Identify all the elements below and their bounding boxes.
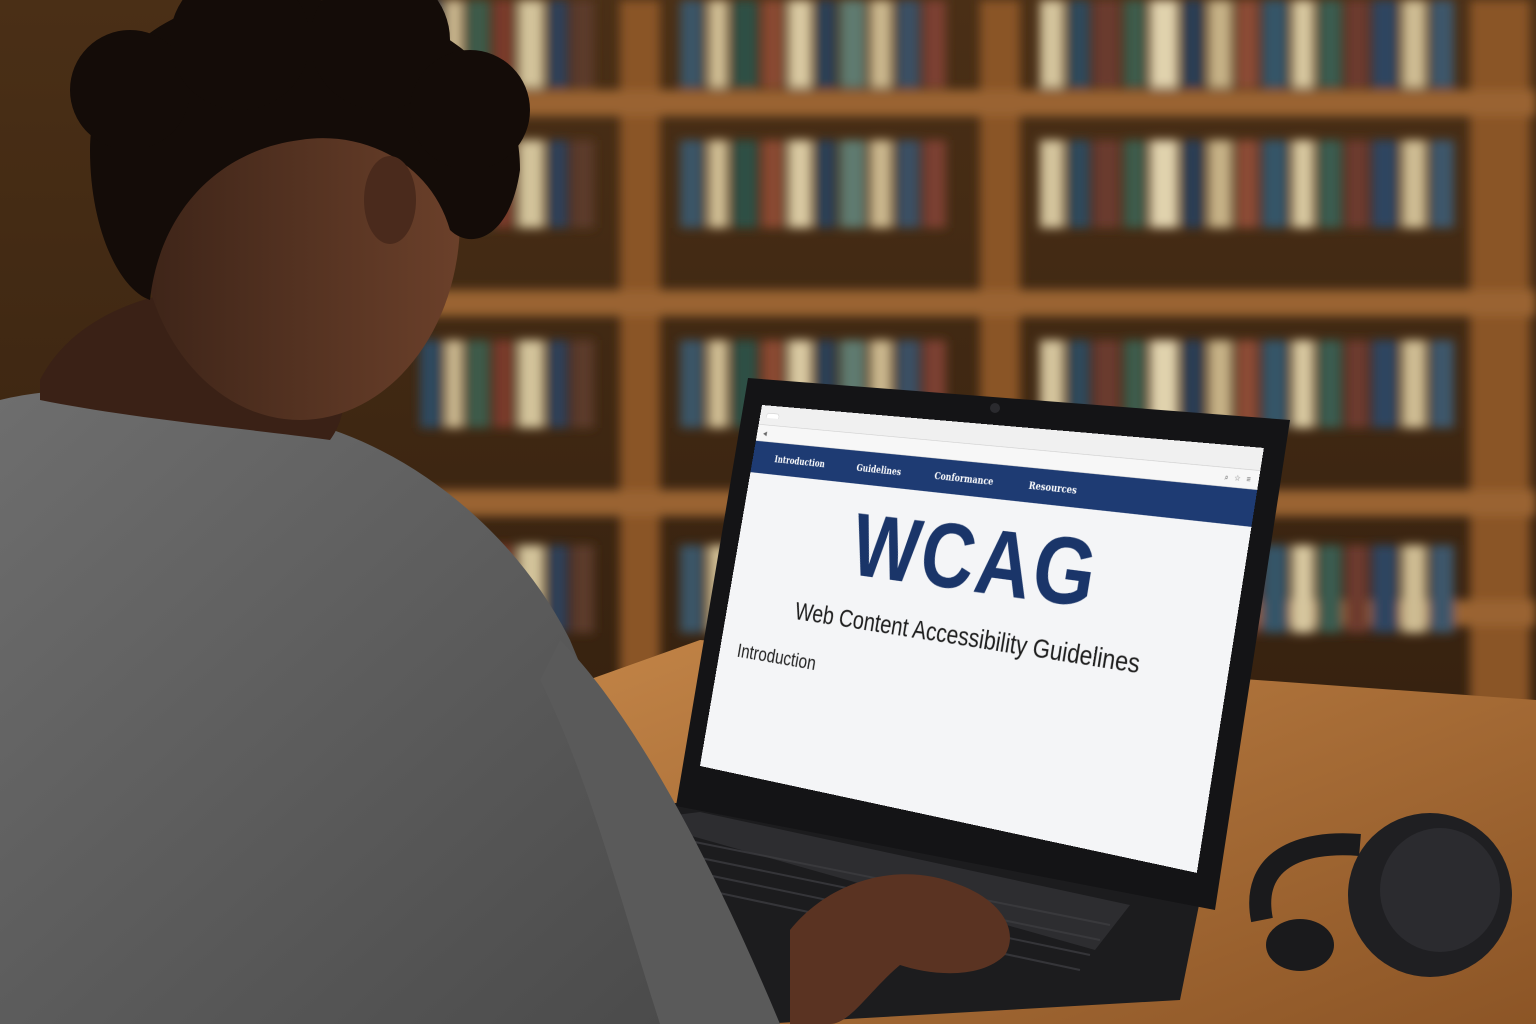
webcam-icon [990, 403, 1000, 413]
nav-guidelines[interactable]: Guidelines [856, 462, 902, 478]
nav-resources[interactable]: Resources [1028, 479, 1078, 496]
nav-conformance[interactable]: Conformance [934, 470, 995, 488]
browser-tab[interactable] [765, 412, 780, 419]
back-icon[interactable]: ◀ [763, 429, 768, 437]
search-icon[interactable]: ⌕ [1224, 472, 1229, 482]
library-scene: ◀ ⌕ ☆ ≡ Introduction Guidelines Conforma… [0, 0, 1536, 1024]
browser-toolbar-icons: ⌕ ☆ ≡ [1224, 472, 1251, 484]
nav-introduction[interactable]: Introduction [774, 453, 826, 469]
bookmark-icon[interactable]: ☆ [1234, 473, 1242, 483]
menu-icon[interactable]: ≡ [1246, 474, 1252, 484]
